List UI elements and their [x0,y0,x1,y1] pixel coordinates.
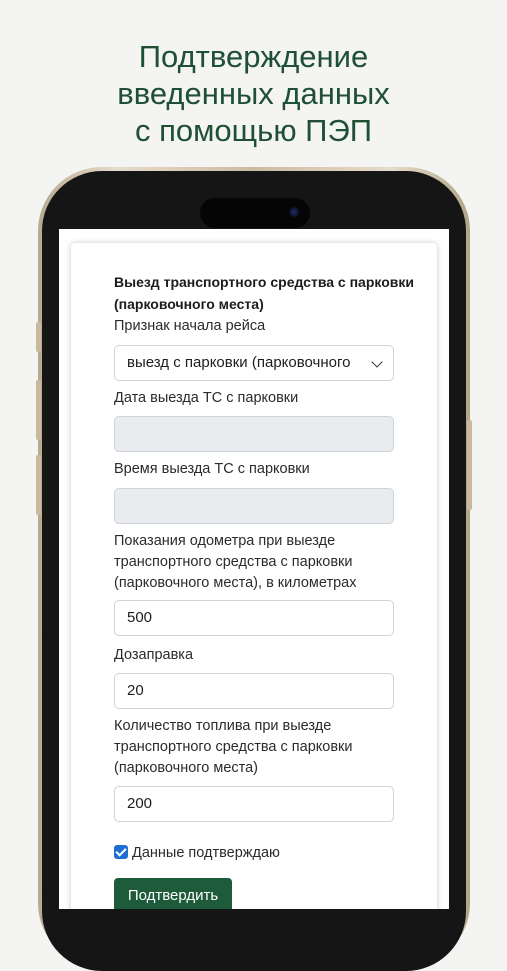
chevron-down-icon [371,356,383,368]
submit-button[interactable]: Подтвердить [114,878,232,909]
phone-screen: Выезд транспортного средства с парковки … [59,229,449,909]
headline-line-2: введенных данных [117,76,390,111]
phone-side-button [36,322,41,352]
phone-volume-up-button [36,380,41,440]
refuel-input[interactable]: 20 [114,673,394,709]
departure-time-field[interactable] [114,488,394,524]
confirm-checkbox-label[interactable]: Данные подтверждаю [132,843,280,863]
headline-line-3: с помощью ПЭП [134,113,373,148]
trip-start-select[interactable]: выезд с парковки (парковочного [114,345,394,381]
promo-headline: Подтверждение введенных данных с помощью… [0,38,507,149]
departure-date-label: Дата выезда ТС с парковки [114,390,299,406]
odometer-label: Показания одометра при выезде транспортн… [114,533,357,591]
camera-icon [289,207,299,217]
form-title: Выезд транспортного средства с парковки … [114,274,414,312]
trip-start-label: Признак начала рейса [114,318,266,334]
headline-line-1: Подтверждение [138,39,369,74]
fuel-amount-input[interactable]: 200 [114,786,394,822]
form-card: Выезд транспортного средства с парковки … [71,243,437,909]
departure-date-field[interactable] [114,416,394,452]
confirm-checkbox[interactable] [114,845,128,859]
fuel-amount-label: Количество топлива при выезде транспортн… [114,718,353,776]
refuel-label: Дозаправка [114,647,194,663]
phone-power-button [467,420,472,510]
odometer-input[interactable]: 500 [114,600,394,636]
trip-start-select-value: выезд с парковки (парковочного [127,354,351,371]
departure-time-label: Время выезда ТС с парковки [114,461,310,477]
phone-volume-down-button [36,455,41,515]
